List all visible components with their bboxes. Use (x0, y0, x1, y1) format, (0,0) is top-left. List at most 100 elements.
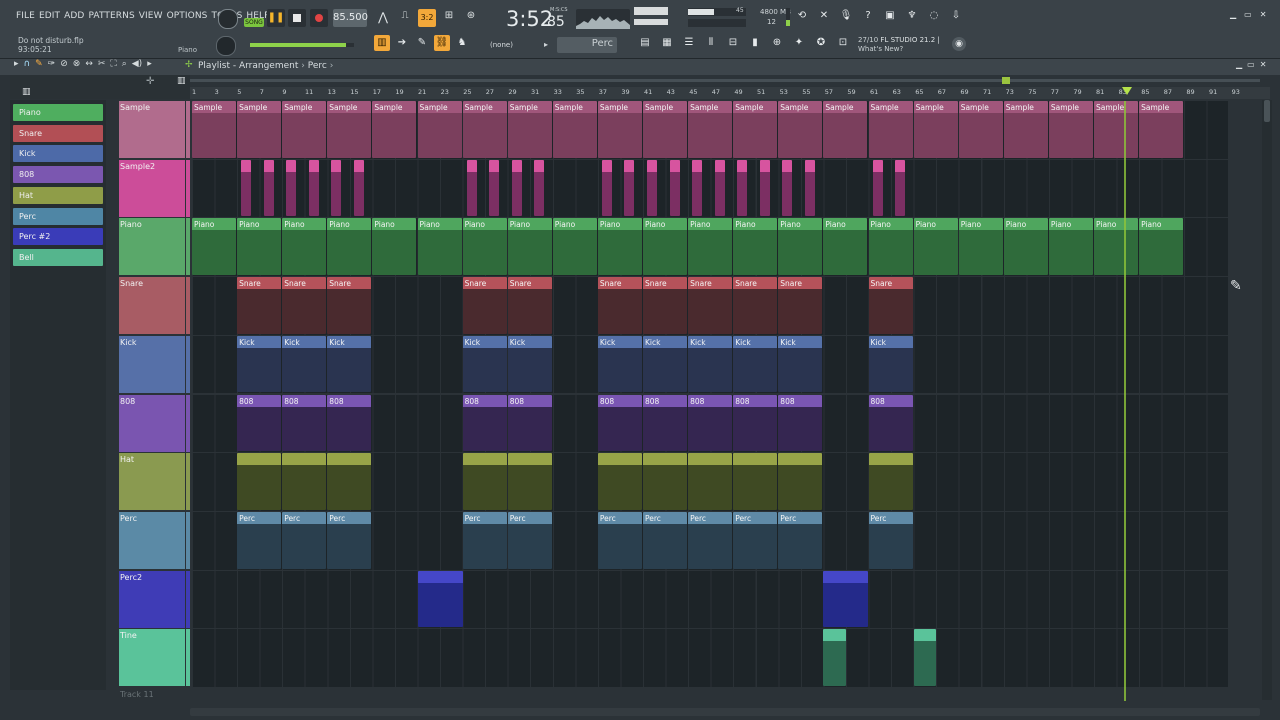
pattern-clip[interactable] (282, 453, 327, 510)
track-lane[interactable]: 808 808 808 808 808 808 808 808 808 808 808 (192, 394, 1228, 453)
pattern-clip[interactable]: Perc (597, 511, 642, 569)
pattern-clip[interactable]: Sample (372, 101, 417, 158)
track-lane[interactable]: Piano Piano Piano Piano Piano Piano Piano Piano… (192, 218, 1228, 277)
pattern-clip[interactable] (462, 453, 507, 510)
pattern-clip[interactable] (688, 453, 733, 510)
pattern-clip[interactable]: Snare (237, 277, 282, 334)
pattern-clip[interactable]: Perc (643, 511, 688, 569)
metronome-icon[interactable]: ⋀ (375, 10, 391, 26)
pattern-clip[interactable] (895, 159, 906, 217)
menu-patterns[interactable]: PATTERNS (88, 11, 134, 21)
pattern-clip[interactable]: Snare (688, 277, 733, 334)
pattern-clip[interactable]: Perc (237, 511, 282, 569)
pattern-clip[interactable]: Piano (417, 218, 462, 276)
pattern-clip[interactable]: Kick (733, 335, 778, 393)
pattern-clip[interactable]: Sample (958, 101, 1003, 158)
pattern-clip[interactable]: Sample (733, 101, 778, 158)
pattern-clip[interactable]: Sample (1139, 101, 1184, 158)
pattern-clip[interactable]: Piano (552, 218, 597, 276)
pattern-clip[interactable] (624, 159, 635, 217)
main-volume-bar[interactable] (250, 43, 354, 47)
pattern-item[interactable]: Perc #2 (13, 228, 103, 246)
pattern-clip[interactable] (327, 453, 372, 510)
pattern-clip[interactable] (597, 453, 642, 510)
pattern-clip[interactable]: Sample (1094, 101, 1139, 158)
paint-tool-icon[interactable]: ✑ (48, 59, 56, 73)
track-lane[interactable]: Snare Snare Snare Snare Snare Snare Snare Snare… (192, 277, 1228, 335)
plugin-icon[interactable]: ♆ (904, 8, 920, 24)
mixer-icon[interactable]: ⫴ (703, 35, 719, 51)
track-lane[interactable] (192, 570, 1228, 629)
track-header[interactable]: Perc2 (119, 570, 185, 628)
pattern-clip[interactable]: Kick (327, 335, 372, 393)
pattern-clip[interactable] (872, 159, 883, 217)
menu-edit[interactable]: EDIT (39, 11, 60, 21)
plugin-database-icon[interactable]: ▮ (747, 35, 763, 51)
pattern-clip[interactable]: Snare (282, 277, 327, 334)
browser-icon[interactable]: ⊟ (725, 35, 741, 51)
pattern-clip[interactable] (511, 159, 522, 217)
track-header[interactable]: Snare (119, 277, 185, 335)
pattern-clip[interactable] (913, 629, 937, 686)
pattern-clip[interactable]: Piano (1048, 218, 1093, 276)
pattern-clip[interactable]: Piano (1003, 218, 1048, 276)
record-button[interactable] (310, 9, 328, 27)
pattern-clip[interactable]: 808 (643, 394, 688, 452)
pattern-clip[interactable]: Kick (507, 335, 552, 393)
track-lane[interactable]: Kick Kick Kick Kick Kick Kick Kick Kick Kick Kick… (192, 335, 1228, 394)
pattern-item[interactable]: Bell (13, 248, 103, 266)
pattern-clip[interactable] (331, 159, 342, 217)
pattern-clip[interactable]: Snare (597, 277, 642, 334)
mute-tool-icon[interactable]: ⊗ (73, 59, 81, 73)
pattern-clip[interactable]: Sample (282, 101, 327, 158)
pattern-clip[interactable]: Piano (823, 218, 868, 276)
pattern-clip[interactable]: Sample (688, 101, 733, 158)
pattern-item[interactable]: Kick (13, 145, 103, 163)
current-pattern-box[interactable]: Perc (557, 37, 617, 53)
pattern-clip[interactable]: 808 (868, 394, 913, 452)
pattern-clip[interactable] (714, 159, 725, 217)
pattern-clip[interactable]: Perc (733, 511, 778, 569)
pattern-clip[interactable]: Sample (507, 101, 552, 158)
pattern-clip[interactable]: Snare (868, 277, 913, 334)
grid-lock-icon[interactable]: ▥ (177, 76, 186, 86)
magnet-icon[interactable]: ∩ (24, 59, 31, 73)
pattern-clip[interactable] (759, 159, 770, 217)
pattern-clip[interactable] (737, 159, 748, 217)
download-icon[interactable]: ⇩ (948, 8, 964, 24)
pattern-clip[interactable]: Sample (823, 101, 868, 158)
pattern-clip[interactable] (263, 159, 274, 217)
pattern-clip[interactable] (733, 453, 778, 510)
pattern-clip[interactable]: Sample (462, 101, 507, 158)
pattern-clip[interactable]: Sample (1003, 101, 1048, 158)
pattern-clip[interactable]: Perc (868, 511, 913, 569)
delete-tool-icon[interactable]: ⊘ (60, 59, 68, 73)
pattern-clip[interactable]: Piano (237, 218, 282, 276)
pattern-clip[interactable] (669, 159, 680, 217)
tempo-display[interactable]: 85.500 (333, 9, 368, 27)
pattern-selector-arrow-icon[interactable]: ▸ (544, 40, 548, 49)
pattern-clip[interactable]: Piano (282, 218, 327, 276)
pattern-clip[interactable] (237, 453, 282, 510)
stamp-icon[interactable]: ♞ (454, 35, 470, 51)
pattern-clip[interactable]: Piano (868, 218, 913, 276)
pattern-clip[interactable]: Piano (1139, 218, 1184, 276)
pattern-clip[interactable]: Perc (507, 511, 552, 569)
track-header[interactable]: Sample (119, 101, 185, 158)
track-header[interactable]: Kick (119, 335, 185, 393)
pattern-clip[interactable]: 808 (507, 394, 552, 452)
pattern-clip[interactable]: Sample (643, 101, 688, 158)
expand-arrow-icon[interactable]: ▸ (14, 59, 19, 73)
pattern-clip[interactable]: Sample (913, 101, 958, 158)
pencil-icon[interactable]: ✎ (414, 35, 430, 51)
pattern-clip[interactable]: 808 (327, 394, 372, 452)
playlist-icon[interactable]: ▤ (637, 35, 653, 51)
track-lane[interactable] (192, 453, 1228, 511)
playlist-breadcrumb[interactable]: Perc (308, 61, 327, 71)
piano-roll-window-icon[interactable]: ☰ (681, 35, 697, 51)
link-icon[interactable]: ⛓ (434, 35, 450, 51)
pause-button[interactable]: ❚❚ (267, 9, 285, 27)
pattern-clip[interactable]: Kick (778, 335, 823, 393)
track-header[interactable]: Tine (119, 629, 185, 687)
track-lane[interactable]: Sample Sample Sample Sample Sample Sample Samp… (192, 101, 1228, 159)
